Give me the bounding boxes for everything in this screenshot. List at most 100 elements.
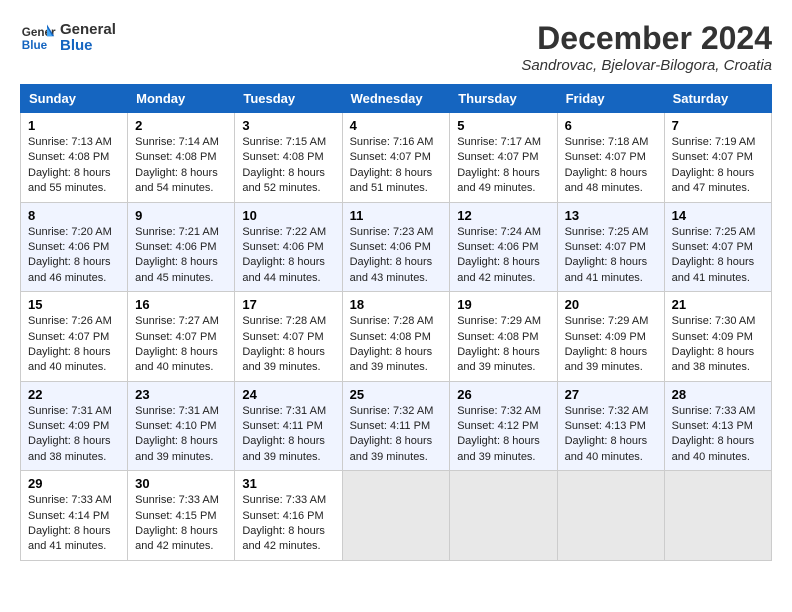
day-number: 22 <box>28 387 120 402</box>
calendar-table: Sunday Monday Tuesday Wednesday Thursday… <box>20 84 772 561</box>
day-number: 21 <box>672 297 764 312</box>
day-info: Sunrise: 7:27 AMSunset: 4:07 PMDaylight:… <box>135 315 219 373</box>
day-number: 7 <box>672 118 764 133</box>
header-tuesday: Tuesday <box>235 85 342 113</box>
calendar-day-cell: 22 Sunrise: 7:31 AMSunset: 4:09 PMDaylig… <box>21 381 128 471</box>
header-thursday: Thursday <box>450 85 557 113</box>
calendar-day-cell: 31 Sunrise: 7:33 AMSunset: 4:16 PMDaylig… <box>235 471 342 561</box>
header-wednesday: Wednesday <box>342 85 450 113</box>
day-info: Sunrise: 7:32 AMSunset: 4:13 PMDaylight:… <box>565 405 649 463</box>
day-info: Sunrise: 7:21 AMSunset: 4:06 PMDaylight:… <box>135 226 219 284</box>
header-sunday: Sunday <box>21 85 128 113</box>
calendar-day-cell: 24 Sunrise: 7:31 AMSunset: 4:11 PMDaylig… <box>235 381 342 471</box>
logo: General Blue General Blue <box>20 20 116 56</box>
calendar-day-cell: 18 Sunrise: 7:28 AMSunset: 4:08 PMDaylig… <box>342 292 450 382</box>
day-number: 16 <box>135 297 227 312</box>
day-info: Sunrise: 7:33 AMSunset: 4:13 PMDaylight:… <box>672 405 756 463</box>
day-info: Sunrise: 7:33 AMSunset: 4:15 PMDaylight:… <box>135 494 219 552</box>
calendar-day-cell: 15 Sunrise: 7:26 AMSunset: 4:07 PMDaylig… <box>21 292 128 382</box>
day-info: Sunrise: 7:32 AMSunset: 4:11 PMDaylight:… <box>350 405 434 463</box>
day-info: Sunrise: 7:16 AMSunset: 4:07 PMDaylight:… <box>350 136 434 194</box>
logo-text-line2: Blue <box>60 38 116 55</box>
day-info: Sunrise: 7:33 AMSunset: 4:14 PMDaylight:… <box>28 494 112 552</box>
day-number: 31 <box>242 476 334 491</box>
day-info: Sunrise: 7:26 AMSunset: 4:07 PMDaylight:… <box>28 315 112 373</box>
calendar-day-cell: 14 Sunrise: 7:25 AMSunset: 4:07 PMDaylig… <box>664 202 771 292</box>
calendar-day-cell: 4 Sunrise: 7:16 AMSunset: 4:07 PMDayligh… <box>342 113 450 203</box>
day-info: Sunrise: 7:28 AMSunset: 4:08 PMDaylight:… <box>350 315 434 373</box>
calendar-day-cell <box>342 471 450 561</box>
day-info: Sunrise: 7:31 AMSunset: 4:09 PMDaylight:… <box>28 405 112 463</box>
day-number: 4 <box>350 118 443 133</box>
calendar-header-row: Sunday Monday Tuesday Wednesday Thursday… <box>21 85 772 113</box>
calendar-day-cell: 6 Sunrise: 7:18 AMSunset: 4:07 PMDayligh… <box>557 113 664 203</box>
calendar-day-cell <box>664 471 771 561</box>
day-number: 25 <box>350 387 443 402</box>
day-number: 17 <box>242 297 334 312</box>
day-info: Sunrise: 7:15 AMSunset: 4:08 PMDaylight:… <box>242 136 326 194</box>
day-number: 14 <box>672 208 764 223</box>
day-info: Sunrise: 7:20 AMSunset: 4:06 PMDaylight:… <box>28 226 112 284</box>
day-number: 1 <box>28 118 120 133</box>
calendar-day-cell: 17 Sunrise: 7:28 AMSunset: 4:07 PMDaylig… <box>235 292 342 382</box>
day-info: Sunrise: 7:14 AMSunset: 4:08 PMDaylight:… <box>135 136 219 194</box>
calendar-day-cell: 5 Sunrise: 7:17 AMSunset: 4:07 PMDayligh… <box>450 113 557 203</box>
day-info: Sunrise: 7:25 AMSunset: 4:07 PMDaylight:… <box>565 226 649 284</box>
day-info: Sunrise: 7:31 AMSunset: 4:10 PMDaylight:… <box>135 405 219 463</box>
calendar-day-cell: 12 Sunrise: 7:24 AMSunset: 4:06 PMDaylig… <box>450 202 557 292</box>
day-info: Sunrise: 7:32 AMSunset: 4:12 PMDaylight:… <box>457 405 541 463</box>
calendar-week-row: 22 Sunrise: 7:31 AMSunset: 4:09 PMDaylig… <box>21 381 772 471</box>
day-number: 3 <box>242 118 334 133</box>
day-info: Sunrise: 7:19 AMSunset: 4:07 PMDaylight:… <box>672 136 756 194</box>
calendar-day-cell: 13 Sunrise: 7:25 AMSunset: 4:07 PMDaylig… <box>557 202 664 292</box>
day-info: Sunrise: 7:29 AMSunset: 4:09 PMDaylight:… <box>565 315 649 373</box>
calendar-day-cell: 10 Sunrise: 7:22 AMSunset: 4:06 PMDaylig… <box>235 202 342 292</box>
day-info: Sunrise: 7:22 AMSunset: 4:06 PMDaylight:… <box>242 226 326 284</box>
day-number: 11 <box>350 208 443 223</box>
calendar-week-row: 15 Sunrise: 7:26 AMSunset: 4:07 PMDaylig… <box>21 292 772 382</box>
header-monday: Monday <box>128 85 235 113</box>
title-block: December 2024 Sandrovac, Bjelovar-Bilogo… <box>521 20 772 74</box>
logo-text-line1: General <box>60 22 116 39</box>
logo-icon: General Blue <box>20 20 56 56</box>
calendar-day-cell: 7 Sunrise: 7:19 AMSunset: 4:07 PMDayligh… <box>664 113 771 203</box>
month-title: December 2024 <box>521 20 772 57</box>
day-number: 13 <box>565 208 657 223</box>
day-info: Sunrise: 7:13 AMSunset: 4:08 PMDaylight:… <box>28 136 112 194</box>
day-info: Sunrise: 7:31 AMSunset: 4:11 PMDaylight:… <box>242 405 326 463</box>
day-info: Sunrise: 7:29 AMSunset: 4:08 PMDaylight:… <box>457 315 541 373</box>
day-info: Sunrise: 7:18 AMSunset: 4:07 PMDaylight:… <box>565 136 649 194</box>
day-number: 28 <box>672 387 764 402</box>
day-number: 15 <box>28 297 120 312</box>
day-info: Sunrise: 7:33 AMSunset: 4:16 PMDaylight:… <box>242 494 326 552</box>
day-number: 2 <box>135 118 227 133</box>
calendar-day-cell: 21 Sunrise: 7:30 AMSunset: 4:09 PMDaylig… <box>664 292 771 382</box>
calendar-day-cell: 23 Sunrise: 7:31 AMSunset: 4:10 PMDaylig… <box>128 381 235 471</box>
day-info: Sunrise: 7:24 AMSunset: 4:06 PMDaylight:… <box>457 226 541 284</box>
day-info: Sunrise: 7:30 AMSunset: 4:09 PMDaylight:… <box>672 315 756 373</box>
day-number: 18 <box>350 297 443 312</box>
calendar-day-cell: 19 Sunrise: 7:29 AMSunset: 4:08 PMDaylig… <box>450 292 557 382</box>
day-info: Sunrise: 7:17 AMSunset: 4:07 PMDaylight:… <box>457 136 541 194</box>
day-number: 27 <box>565 387 657 402</box>
calendar-day-cell: 11 Sunrise: 7:23 AMSunset: 4:06 PMDaylig… <box>342 202 450 292</box>
calendar-day-cell: 1 Sunrise: 7:13 AMSunset: 4:08 PMDayligh… <box>21 113 128 203</box>
calendar-day-cell: 3 Sunrise: 7:15 AMSunset: 4:08 PMDayligh… <box>235 113 342 203</box>
header-saturday: Saturday <box>664 85 771 113</box>
calendar-day-cell <box>557 471 664 561</box>
day-number: 26 <box>457 387 549 402</box>
header-friday: Friday <box>557 85 664 113</box>
calendar-day-cell: 2 Sunrise: 7:14 AMSunset: 4:08 PMDayligh… <box>128 113 235 203</box>
day-number: 9 <box>135 208 227 223</box>
day-info: Sunrise: 7:23 AMSunset: 4:06 PMDaylight:… <box>350 226 434 284</box>
day-number: 24 <box>242 387 334 402</box>
day-number: 6 <box>565 118 657 133</box>
day-info: Sunrise: 7:28 AMSunset: 4:07 PMDaylight:… <box>242 315 326 373</box>
calendar-day-cell: 28 Sunrise: 7:33 AMSunset: 4:13 PMDaylig… <box>664 381 771 471</box>
day-number: 23 <box>135 387 227 402</box>
calendar-day-cell <box>450 471 557 561</box>
calendar-day-cell: 27 Sunrise: 7:32 AMSunset: 4:13 PMDaylig… <box>557 381 664 471</box>
day-info: Sunrise: 7:25 AMSunset: 4:07 PMDaylight:… <box>672 226 756 284</box>
calendar-day-cell: 26 Sunrise: 7:32 AMSunset: 4:12 PMDaylig… <box>450 381 557 471</box>
page-header: General Blue General Blue December 2024 … <box>20 20 772 74</box>
